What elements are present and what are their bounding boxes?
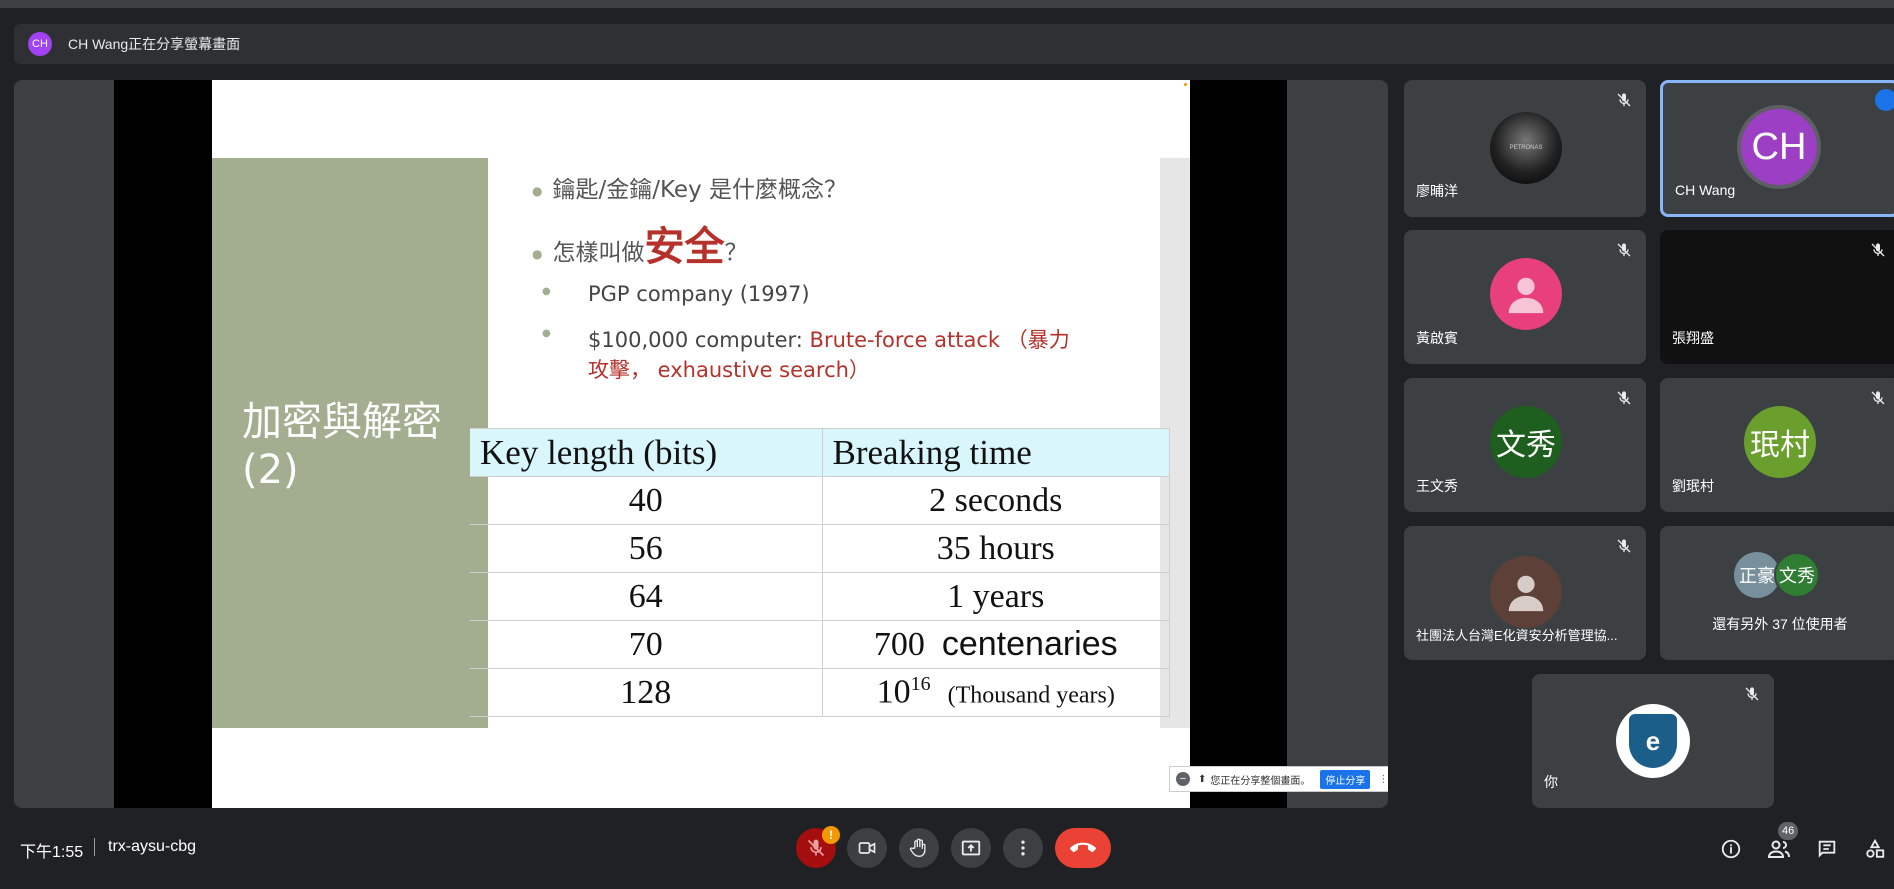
table-header-row: Key length (bits) Breaking time bbox=[470, 428, 1170, 477]
sub-bullet-pgp: ● PGP company (1997) bbox=[542, 282, 810, 306]
more-participants-label: 還有另外 37 位使用者 bbox=[1712, 616, 1848, 632]
person-icon bbox=[1508, 277, 1544, 314]
meeting-clock: 下午1:55 bbox=[20, 844, 84, 861]
participant-tile[interactable]: 珉村 劉珉村 bbox=[1660, 378, 1894, 512]
camera-toggle-button[interactable] bbox=[847, 828, 887, 868]
bottom-control-bar: 下午1:55 trx-aysu-cbg ! 46 bbox=[0, 808, 1894, 889]
participant-tile[interactable]: PETRONAS 廖晡洋 bbox=[1404, 80, 1646, 217]
participant-avatar bbox=[1490, 258, 1562, 330]
participant-name: 廖晡洋 bbox=[1416, 183, 1458, 199]
raise-hand-button[interactable] bbox=[899, 828, 939, 868]
divider bbox=[94, 838, 95, 856]
mic-off-icon bbox=[1871, 243, 1885, 257]
leave-call-button[interactable] bbox=[1055, 828, 1111, 868]
present-icon bbox=[961, 840, 981, 856]
participant-name: 劉珉村 bbox=[1672, 478, 1714, 494]
raise-hand-icon bbox=[909, 838, 926, 858]
participant-name: 你 bbox=[1544, 774, 1558, 790]
participant-name: 社團法人台灣E化資安分析管理協... bbox=[1416, 628, 1618, 643]
drag-handle-icon[interactable]: ⋮ bbox=[1378, 774, 1388, 785]
more-options-icon bbox=[1021, 840, 1025, 856]
participant-avatar: 珉村 bbox=[1744, 406, 1816, 478]
table-row: 56 35 hours bbox=[470, 524, 1170, 573]
screen-share-icon: ⬆ bbox=[1198, 773, 1207, 785]
presenter-banner: CH CH Wang正在分享螢幕畫面 bbox=[14, 24, 1894, 64]
info-icon bbox=[1721, 839, 1741, 859]
self-tile[interactable]: e 你 bbox=[1532, 674, 1774, 808]
participant-avatar bbox=[1490, 556, 1562, 628]
participant-name: 黃啟賓 bbox=[1416, 330, 1458, 346]
table-row: 64 1 years bbox=[470, 572, 1170, 621]
slide-title-line1: 加密與解密 bbox=[242, 399, 442, 445]
slide-title-line2: (2) bbox=[242, 447, 299, 493]
participant-tile-active-speaker[interactable]: CH CH Wang bbox=[1660, 80, 1894, 217]
presenter-banner-text: CH Wang正在分享螢幕畫面 bbox=[68, 36, 241, 52]
minimize-notice-icon[interactable]: − bbox=[1176, 772, 1190, 786]
person-icon bbox=[1508, 575, 1544, 612]
mic-off-icon bbox=[1617, 539, 1631, 553]
participant-avatar: 文秀 bbox=[1774, 552, 1820, 598]
shared-screen: 加密與解密 (2) ● 鑰匙/金鑰/Key 是什麼概念？ ● 怎樣叫做安全？ ● PG… bbox=[114, 80, 1388, 808]
activities-icon bbox=[1866, 838, 1885, 858]
sub-bullet-brute-force: ● $100,000 computer: Brute-force attack … bbox=[542, 328, 1070, 382]
participant-tile[interactable]: 文秀 王文秀 bbox=[1404, 378, 1646, 512]
chat-button[interactable] bbox=[1814, 836, 1840, 862]
participant-name: CH Wang bbox=[1675, 182, 1736, 198]
mic-off-icon bbox=[1745, 687, 1759, 701]
shield-logo-icon: e bbox=[1629, 714, 1677, 768]
bullet-security: ● 怎樣叫做安全？ bbox=[532, 224, 748, 270]
people-icon bbox=[1767, 840, 1790, 858]
sharing-notice-text: 您正在分享整個畫面。 bbox=[1210, 775, 1311, 787]
mic-off-icon bbox=[1617, 243, 1631, 257]
mic-off-icon bbox=[1871, 391, 1885, 405]
participant-avatar: CH bbox=[1737, 105, 1821, 189]
activities-button[interactable] bbox=[1862, 836, 1888, 862]
slide: 加密與解密 (2) ● 鑰匙/金鑰/Key 是什麼概念？ ● 怎樣叫做安全？ ● PG… bbox=[212, 80, 1190, 808]
presentation-stage: 加密與解密 (2) ● 鑰匙/金鑰/Key 是什麼概念？ ● 怎樣叫做安全？ ● PG… bbox=[14, 80, 1388, 808]
sharing-notice: − ⬆ 您正在分享整個畫面。 停止分享 ⋮ bbox=[1169, 766, 1388, 792]
more-options-button[interactable] bbox=[1003, 828, 1043, 868]
mic-warning-badge: ! bbox=[822, 826, 840, 844]
stop-sharing-button[interactable]: 停止分享 bbox=[1320, 769, 1371, 789]
table-row: 128 1016 (Thousand years) bbox=[470, 668, 1170, 717]
key-length-table: Key length (bits) Breaking time 40 2 sec… bbox=[470, 428, 1170, 717]
participant-photo: PETRONAS bbox=[1490, 112, 1562, 184]
slide-title: 加密與解密 (2) bbox=[242, 398, 442, 494]
top-strip bbox=[0, 0, 1894, 8]
participant-tile[interactable]: 社團法人台灣E化資安分析管理協... bbox=[1404, 526, 1646, 660]
presenter-avatar: CH bbox=[28, 32, 52, 56]
table-row: 40 2 seconds bbox=[470, 476, 1170, 525]
participant-avatar: 文秀 bbox=[1490, 406, 1562, 478]
slide-title-panel: 加密與解密 (2) bbox=[212, 158, 488, 728]
mic-off-icon bbox=[1617, 93, 1631, 107]
recording-dot bbox=[1184, 83, 1187, 86]
mic-off-icon bbox=[1617, 391, 1631, 405]
mic-off-icon bbox=[807, 839, 825, 857]
emphasis-security: 安全 bbox=[644, 224, 725, 270]
participant-tile[interactable]: 張翔盛 bbox=[1660, 230, 1894, 364]
header-key-length: Key length (bits) bbox=[470, 428, 823, 477]
bullet-key-concept: ● 鑰匙/金鑰/Key 是什麼概念？ bbox=[532, 177, 847, 203]
participant-count-badge: 46 bbox=[1778, 822, 1799, 840]
camera-icon bbox=[858, 842, 876, 854]
participant-name: 張翔盛 bbox=[1672, 330, 1714, 346]
participant-tile[interactable]: 黃啟賓 bbox=[1404, 230, 1646, 364]
end-call-icon bbox=[1070, 842, 1096, 853]
present-now-button[interactable] bbox=[951, 828, 991, 868]
chat-icon bbox=[1818, 840, 1836, 858]
table-row: 70 700 centenaries bbox=[470, 620, 1170, 669]
more-participants-tile[interactable]: 正豪 文秀 還有另外 37 位使用者 bbox=[1660, 526, 1894, 660]
participant-avatar: e bbox=[1616, 704, 1690, 778]
meeting-info-button[interactable] bbox=[1718, 836, 1744, 862]
header-breaking-time: Breaking time bbox=[822, 428, 1170, 477]
participant-name: 王文秀 bbox=[1416, 478, 1458, 494]
speaking-indicator-icon bbox=[1875, 89, 1894, 111]
meeting-code: trx-aysu-cbg bbox=[108, 838, 197, 855]
